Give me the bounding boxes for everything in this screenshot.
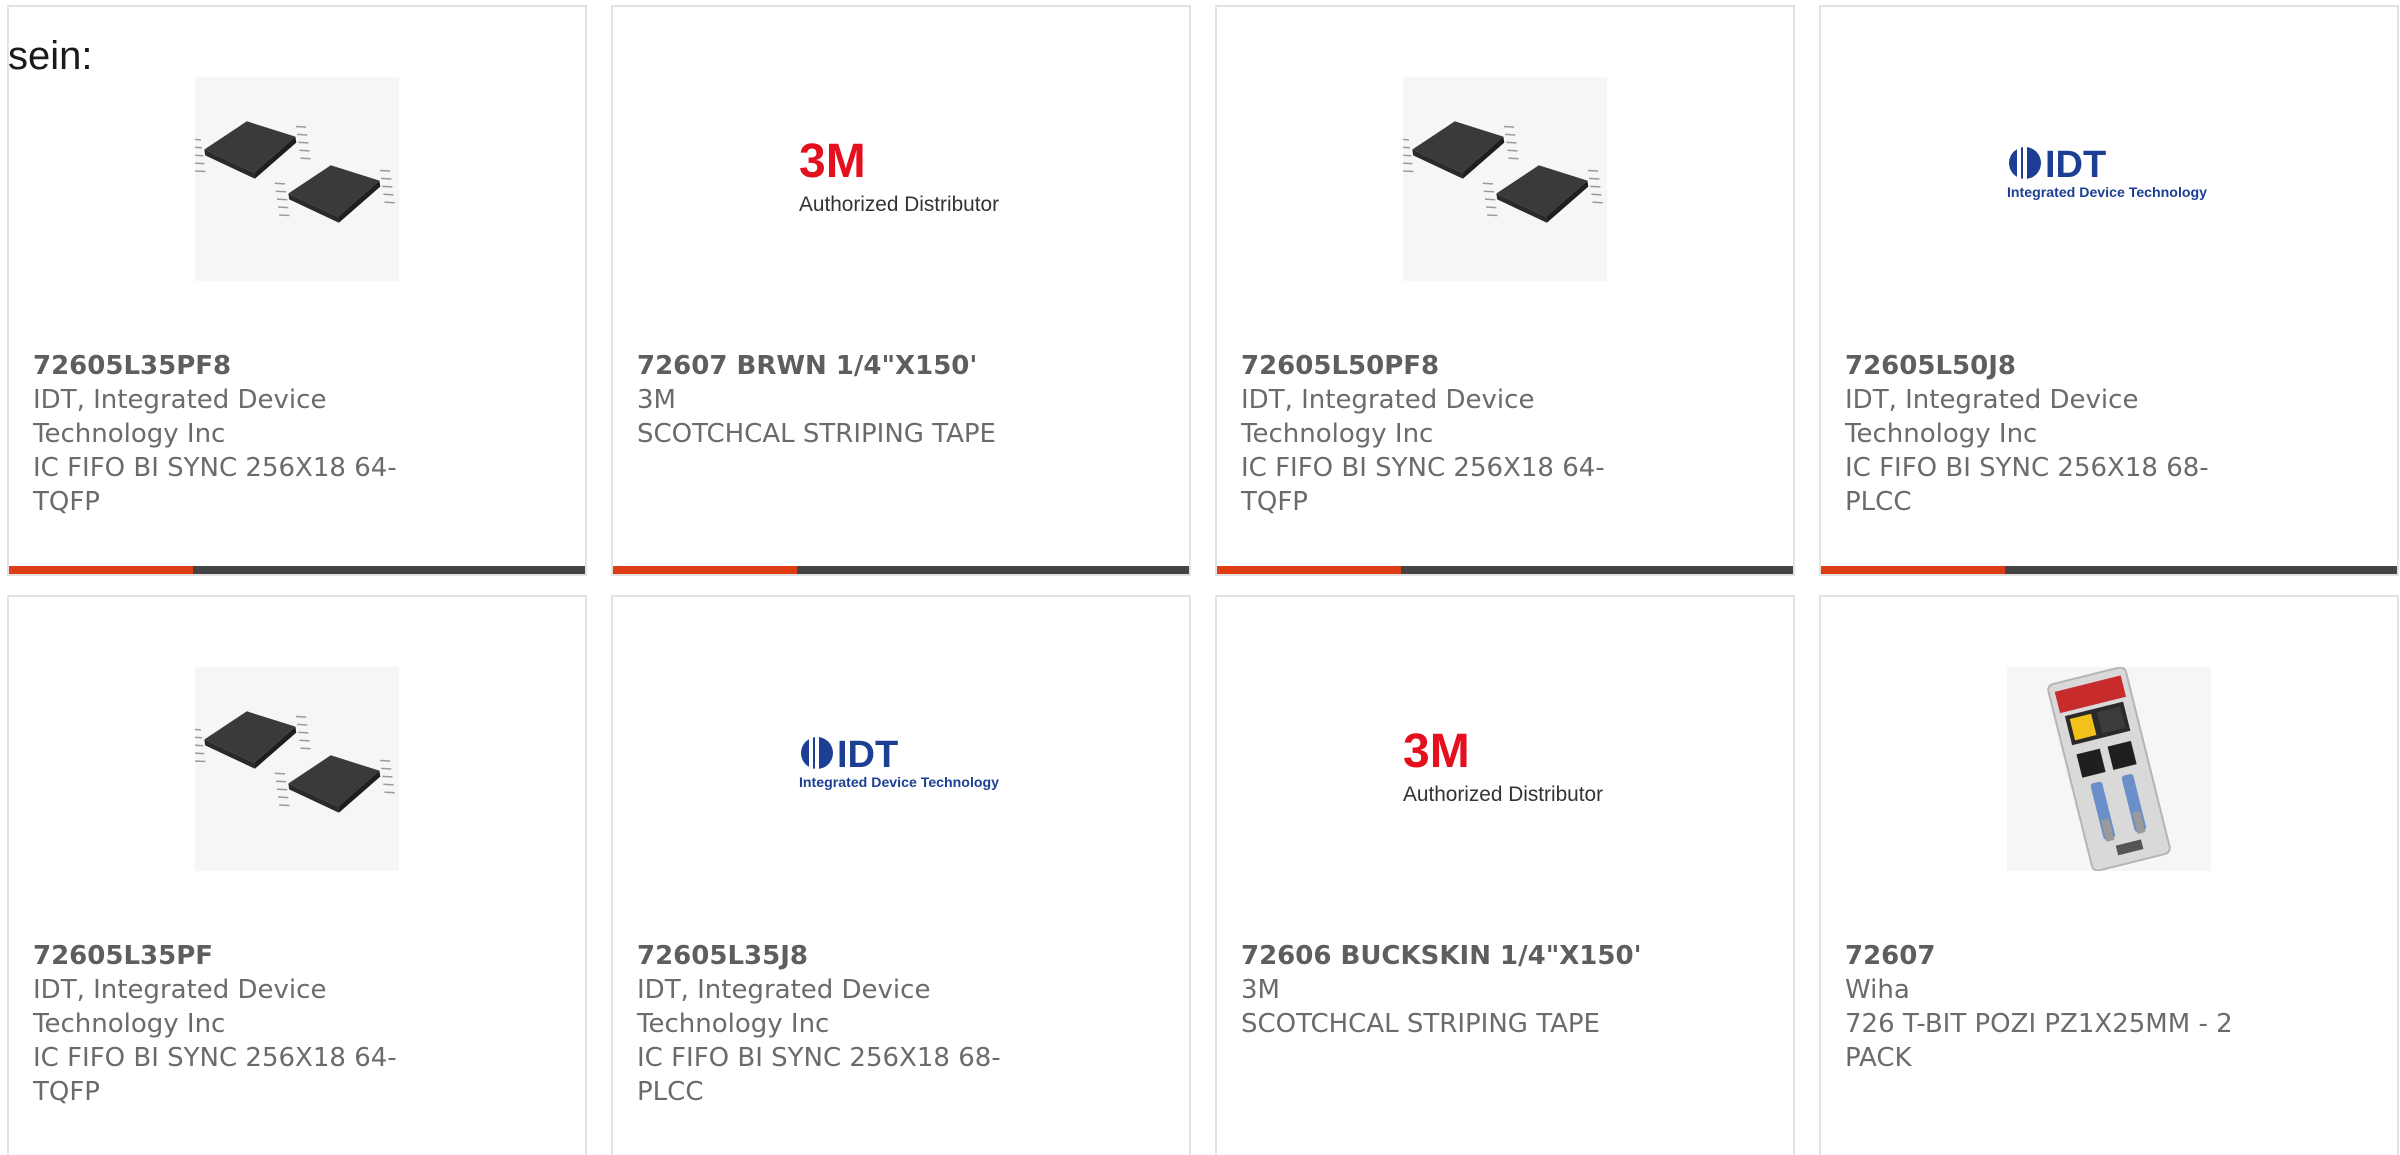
manufacturer-name: 3M xyxy=(637,385,676,415)
progress-fill xyxy=(613,566,798,574)
logo-text: Integrated Device Technology xyxy=(2007,184,2207,200)
idt-logo-icon: IDT Integrated Device Technology xyxy=(799,667,1003,871)
product-card[interactable]: 72607 Wiha 726 T-BIT POZI PZ1X25MM - 2 P… xyxy=(1819,595,2399,1155)
3m-logo-icon: 3M Authorized Distributor xyxy=(1403,667,1607,871)
part-number-link[interactable]: 72605L50J8 xyxy=(1845,349,2245,383)
part-number-link[interactable]: 72605L35J8 xyxy=(637,939,1037,973)
product-description: 726 T-BIT POZI PZ1X25MM - 2 PACK xyxy=(1845,1009,2233,1073)
product-card[interactable]: 72605L35PF8 IDT, Integrated Device Techn… xyxy=(7,5,587,576)
progress-fill xyxy=(9,566,194,574)
manufacturer-name: IDT, Integrated Device Technology Inc xyxy=(33,385,327,449)
product-description: IC FIFO BI SYNC 256X18 64-TQFP xyxy=(33,1043,397,1107)
progress-fill xyxy=(1821,566,2006,574)
manufacturer-name: 3M xyxy=(1241,975,1280,1005)
part-number-link[interactable]: 72605L35PF xyxy=(33,939,433,973)
product-info: 72605L35PF IDT, Integrated Device Techno… xyxy=(33,939,433,1109)
product-description: IC FIFO BI SYNC 256X18 68-PLCC xyxy=(1845,453,2209,517)
product-card[interactable]: 72605L50PF8 IDT, Integrated Device Techn… xyxy=(1215,5,1795,576)
bit-pack-icon xyxy=(2007,667,2211,871)
manufacturer-name: IDT, Integrated Device Technology Inc xyxy=(1845,385,2139,449)
logo-text: Authorized Distributor xyxy=(799,193,999,216)
product-info: 72605L50PF8 IDT, Integrated Device Techn… xyxy=(1241,349,1641,519)
part-number-link[interactable]: 72607 xyxy=(1845,939,2245,973)
part-number-link[interactable]: 72605L50PF8 xyxy=(1241,349,1641,383)
card-progress-bar xyxy=(1821,566,2397,574)
product-image[interactable]: IDT Integrated Device Technology xyxy=(799,667,1003,871)
logo-mark: IDT xyxy=(837,734,898,776)
product-info: 72605L50J8 IDT, Integrated Device Techno… xyxy=(1845,349,2245,519)
part-number-link[interactable]: 72607 BRWN 1/4"X150' xyxy=(637,349,1037,383)
product-image[interactable] xyxy=(2007,667,2211,871)
product-info: 72607 Wiha 726 T-BIT POZI PZ1X25MM - 2 P… xyxy=(1845,939,2245,1075)
part-number-link[interactable]: 72605L35PF8 xyxy=(33,349,433,383)
product-info: 72607 BRWN 1/4"X150' 3M SCOTCHCAL STRIPI… xyxy=(637,349,1037,451)
logo-text: Integrated Device Technology xyxy=(799,774,999,790)
card-progress-bar xyxy=(613,566,1189,574)
product-image[interactable] xyxy=(195,667,399,871)
product-description: SCOTCHCAL STRIPING TAPE xyxy=(1241,1009,1600,1039)
product-description: IC FIFO BI SYNC 256X18 64-TQFP xyxy=(33,453,397,517)
product-description: IC FIFO BI SYNC 256X18 68-PLCC xyxy=(637,1043,1001,1107)
logo-mark: 3M xyxy=(1403,725,1470,778)
chip-package-icon xyxy=(195,77,399,281)
product-image[interactable]: 3M Authorized Distributor xyxy=(799,77,1003,281)
product-info: 72605L35PF8 IDT, Integrated Device Techn… xyxy=(33,349,433,519)
manufacturer-name: IDT, Integrated Device Technology Inc xyxy=(33,975,327,1039)
product-card[interactable]: IDT Integrated Device Technology 72605L5… xyxy=(1819,5,2399,576)
product-info: 72605L35J8 IDT, Integrated Device Techno… xyxy=(637,939,1037,1109)
product-image[interactable] xyxy=(1403,77,1607,281)
chip-package-icon xyxy=(195,667,399,871)
part-number-link[interactable]: 72606 BUCKSKIN 1/4"X150' xyxy=(1241,939,1642,973)
chip-package-icon xyxy=(1403,77,1607,281)
manufacturer-name: IDT, Integrated Device Technology Inc xyxy=(637,975,931,1039)
3m-logo-icon: 3M Authorized Distributor xyxy=(799,77,1003,281)
manufacturer-name: IDT, Integrated Device Technology Inc xyxy=(1241,385,1535,449)
product-image[interactable]: IDT Integrated Device Technology xyxy=(2007,77,2211,281)
stray-heading-text: sein: xyxy=(8,34,93,78)
product-image[interactable] xyxy=(195,77,399,281)
card-progress-bar xyxy=(1217,566,1793,574)
product-info: 72606 BUCKSKIN 1/4"X150' 3M SCOTCHCAL ST… xyxy=(1241,939,1642,1041)
logo-mark: 3M xyxy=(799,135,866,188)
progress-fill xyxy=(1217,566,1402,574)
product-card[interactable]: 3M Authorized Distributor 72606 BUCKSKIN… xyxy=(1215,595,1795,1155)
product-card[interactable]: 72605L35PF IDT, Integrated Device Techno… xyxy=(7,595,587,1155)
product-image[interactable]: 3M Authorized Distributor xyxy=(1403,667,1607,871)
product-card[interactable]: 3M Authorized Distributor 72607 BRWN 1/4… xyxy=(611,5,1191,576)
idt-logo-icon: IDT Integrated Device Technology xyxy=(2007,77,2211,281)
logo-text: Authorized Distributor xyxy=(1403,783,1603,806)
product-description: IC FIFO BI SYNC 256X18 64-TQFP xyxy=(1241,453,1605,517)
card-progress-bar xyxy=(9,566,585,574)
product-card[interactable]: IDT Integrated Device Technology 72605L3… xyxy=(611,595,1191,1155)
manufacturer-name: Wiha xyxy=(1845,975,1910,1005)
logo-mark: IDT xyxy=(2045,144,2106,186)
product-description: SCOTCHCAL STRIPING TAPE xyxy=(637,419,996,449)
